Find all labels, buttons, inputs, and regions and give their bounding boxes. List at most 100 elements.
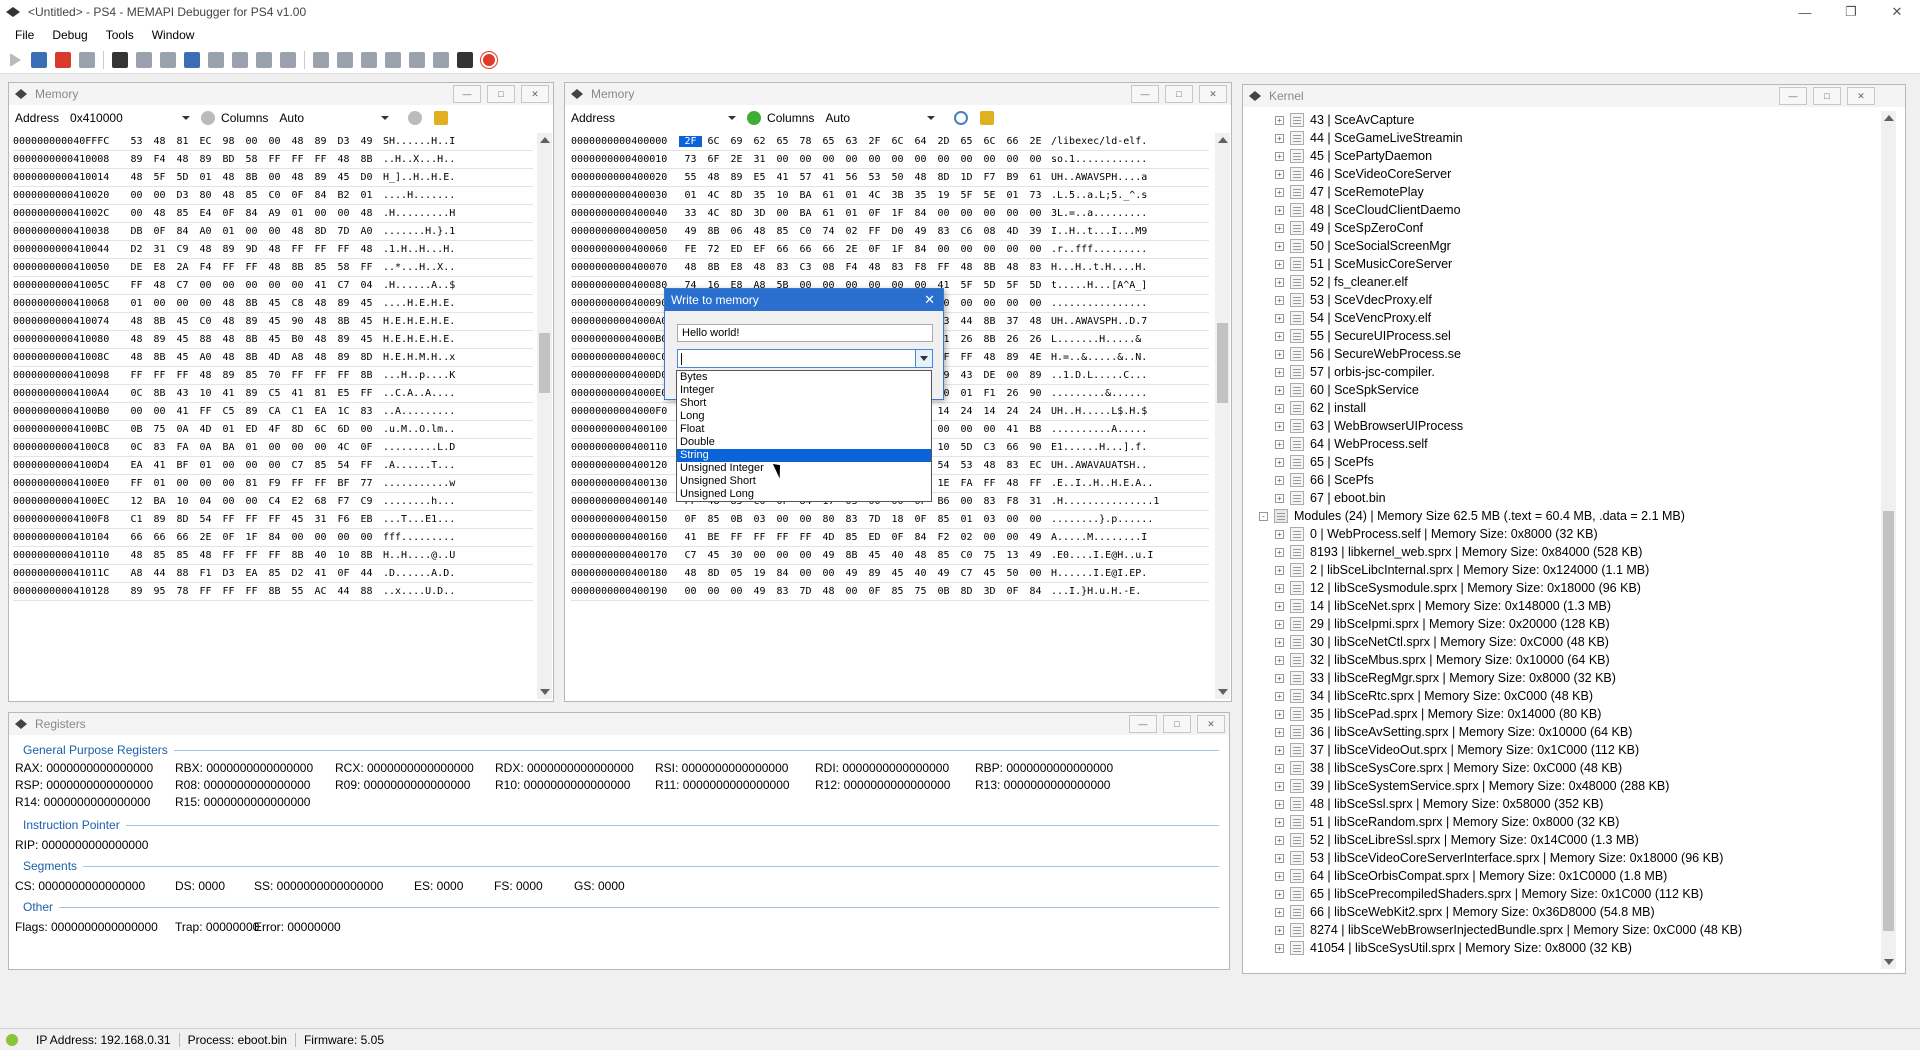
hex-byte[interactable]: 69: [725, 136, 748, 147]
lock-icon[interactable]: [980, 111, 995, 125]
expand-icon[interactable]: +: [1275, 241, 1284, 251]
hex-byte[interactable]: 48: [955, 262, 978, 273]
hex-byte[interactable]: D3: [332, 136, 355, 147]
expand-icon[interactable]: +: [1275, 187, 1284, 197]
hex-byte[interactable]: 49: [817, 550, 840, 561]
hex-byte[interactable]: 4E: [1024, 352, 1047, 363]
hex-byte[interactable]: 43: [171, 388, 194, 399]
hex-byte[interactable]: FF: [309, 154, 332, 165]
hex-byte[interactable]: 73: [679, 154, 702, 165]
hex-byte[interactable]: 18: [886, 514, 909, 525]
hex-byte[interactable]: 00: [1024, 298, 1047, 309]
scroll-up-icon[interactable]: [1884, 115, 1894, 121]
hex-byte[interactable]: 83: [978, 496, 1001, 507]
hex-byte[interactable]: C9: [355, 496, 378, 507]
hex-byte[interactable]: 8B: [240, 352, 263, 363]
expand-icon[interactable]: +: [1275, 223, 1284, 233]
hex-byte[interactable]: 00: [217, 280, 240, 291]
hex-byte[interactable]: 43: [955, 370, 978, 381]
hex-byte[interactable]: 00: [125, 406, 148, 417]
hex-byte[interactable]: 1C: [332, 406, 355, 417]
hex-byte[interactable]: EC: [1024, 460, 1047, 471]
hex-byte[interactable]: 84: [909, 532, 932, 543]
expand-icon[interactable]: +: [1275, 583, 1284, 593]
hex-byte[interactable]: 0C: [125, 442, 148, 453]
hex-byte[interactable]: 0F: [332, 568, 355, 579]
expand-icon[interactable]: +: [1275, 601, 1284, 611]
hex-byte[interactable]: 00: [240, 226, 263, 237]
hex-byte[interactable]: 84: [240, 208, 263, 219]
hex-byte[interactable]: 5D: [955, 442, 978, 453]
hex-byte[interactable]: 89: [332, 334, 355, 345]
hex-byte[interactable]: 13: [1001, 550, 1024, 561]
hex-byte[interactable]: A0: [194, 352, 217, 363]
hex-byte[interactable]: 01: [125, 298, 148, 309]
hex-byte[interactable]: E8: [725, 262, 748, 273]
tree-node[interactable]: +41054 | libSceSysUtil.sprx | Memory Siz…: [1249, 939, 1877, 957]
hex-byte[interactable]: 00: [771, 550, 794, 561]
hex-byte[interactable]: 35: [748, 190, 771, 201]
hex-byte[interactable]: 88: [194, 334, 217, 345]
hex-row[interactable]: 0000000000400030 01 4C 8D 35 10 BA 61 01 4C 3B 35 19…: [571, 187, 1209, 205]
hex-byte[interactable]: 80: [817, 514, 840, 525]
hex-byte[interactable]: 14: [932, 406, 955, 417]
hex-byte[interactable]: 00: [1024, 154, 1047, 165]
hex-byte[interactable]: FF: [332, 370, 355, 381]
hex-byte[interactable]: 54: [332, 460, 355, 471]
hex-byte[interactable]: 00: [978, 208, 1001, 219]
tree-node[interactable]: +66 | ScePfs: [1249, 471, 1877, 489]
hex-byte[interactable]: 44: [332, 586, 355, 597]
hex-byte[interactable]: 00: [1001, 532, 1024, 543]
expand-icon[interactable]: +: [1275, 133, 1284, 143]
hex-byte[interactable]: E4: [194, 208, 217, 219]
hex-byte[interactable]: 0C: [125, 388, 148, 399]
hex-byte[interactable]: 89: [309, 172, 332, 183]
hex-byte[interactable]: FF: [194, 406, 217, 417]
hex-byte[interactable]: C7: [286, 460, 309, 471]
hex-byte[interactable]: 45: [355, 298, 378, 309]
hex-byte[interactable]: 5F: [1001, 280, 1024, 291]
refresh-icon[interactable]: [747, 111, 762, 125]
hex-byte[interactable]: 80: [194, 190, 217, 201]
hex-byte[interactable]: FF: [263, 514, 286, 525]
expand-icon[interactable]: +: [1275, 907, 1284, 917]
hex-byte[interactable]: 68: [309, 496, 332, 507]
hex-byte[interactable]: ED: [863, 532, 886, 543]
hex-byte[interactable]: 10: [332, 550, 355, 561]
hex-byte[interactable]: 83: [886, 262, 909, 273]
hex-byte[interactable]: F9: [263, 478, 286, 489]
tree-node[interactable]: +32 | libSceMbus.sprx | Memory Size: 0x1…: [1249, 651, 1877, 669]
hex-byte[interactable]: FF: [355, 460, 378, 471]
hex-byte[interactable]: 00: [955, 298, 978, 309]
hex-byte[interactable]: A9: [263, 208, 286, 219]
hex-byte[interactable]: C1: [125, 514, 148, 525]
disassembly-icon[interactable]: [337, 51, 353, 68]
hex-byte[interactable]: 89: [1024, 370, 1047, 381]
hex-byte[interactable]: 40: [309, 550, 332, 561]
hex-byte[interactable]: 48: [679, 568, 702, 579]
hex-byte[interactable]: 03: [748, 514, 771, 525]
hex-byte[interactable]: 1F: [886, 208, 909, 219]
hex-byte[interactable]: B9: [1001, 172, 1024, 183]
hex-row[interactable]: 0000000000400070 48 8B E8 48 83 C3 08 F4 48 83 F8 FF…: [571, 259, 1209, 277]
hex-byte[interactable]: 31: [309, 514, 332, 525]
breakpoints-icon[interactable]: [256, 51, 272, 68]
hex-byte[interactable]: 49: [679, 226, 702, 237]
hex-byte[interactable]: 0F: [355, 442, 378, 453]
hex-byte[interactable]: 48: [748, 262, 771, 273]
hex-byte[interactable]: 84: [909, 244, 932, 255]
hex-byte[interactable]: 6C: [702, 136, 725, 147]
hex-byte[interactable]: 8B: [355, 154, 378, 165]
threads-icon[interactable]: [280, 51, 296, 68]
scroll-thumb[interactable]: [1217, 323, 1228, 403]
tree-node[interactable]: +54 | SceVencProxy.elf: [1249, 309, 1877, 327]
expand-icon[interactable]: +: [1275, 781, 1284, 791]
hex-byte[interactable]: 00: [725, 586, 748, 597]
hex-byte[interactable]: 89: [125, 154, 148, 165]
hex-byte[interactable]: 48: [863, 262, 886, 273]
hex-byte[interactable]: 89: [863, 568, 886, 579]
tree-node[interactable]: +53 | SceVdecProxy.elf: [1249, 291, 1877, 309]
expand-icon[interactable]: +: [1275, 709, 1284, 719]
hex-byte[interactable]: 00: [771, 208, 794, 219]
hex-byte[interactable]: FF: [263, 550, 286, 561]
